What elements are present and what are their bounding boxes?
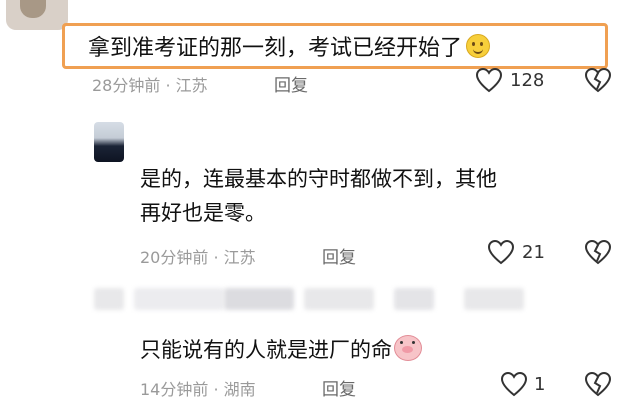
comment-text-content: 只能说有的人就是进厂的命 [140,338,392,362]
dislike-broken-heart-icon[interactable] [584,239,612,265]
smile-emoji-icon [466,34,491,58]
meta-separator: · [213,248,219,267]
comment-text: 是的，连最基本的守时都做不到，其他再好也是零。 [140,167,497,225]
dislike-broken-heart-icon[interactable] [584,371,612,397]
dislike-broken-heart-icon[interactable] [584,67,612,93]
comment-location: 湖南 [223,380,256,399]
like-count: 1 [534,374,546,395]
like-heart-icon[interactable] [500,371,528,397]
obscured-username [94,288,524,312]
reply-button[interactable]: 回复 [322,375,356,400]
comment-text: 拿到准考证的那一刻，考试已经开始了 [88,30,491,62]
comment-time: 14分钟前 [140,380,209,399]
like-heart-icon[interactable] [487,239,515,265]
comment-meta: 28分钟前 · 江苏 [92,72,208,96]
meta-separator: · [165,76,171,95]
comment-location: 江苏 [223,248,256,267]
meta-separator: · [213,380,219,399]
comment-location: 江苏 [175,76,208,95]
like-heart-icon[interactable] [475,67,503,93]
like-count: 21 [522,242,545,263]
like-count: 128 [510,70,545,91]
comment-time: 20分钟前 [140,248,209,267]
avatar[interactable] [94,122,124,162]
avatar[interactable] [6,0,68,30]
comment-meta: 20分钟前 · 江苏 [140,244,256,268]
pig-emoji-icon [394,335,422,361]
comment-text: 只能说有的人就是进厂的命 [140,334,422,364]
comment-text-content: 拿到准考证的那一刻，考试已经开始了 [88,36,463,61]
comment-meta: 14分钟前 · 湖南 [140,376,256,400]
reply-button[interactable]: 回复 [274,71,308,96]
reply-button[interactable]: 回复 [322,243,356,268]
comment-time: 28分钟前 [92,76,161,95]
